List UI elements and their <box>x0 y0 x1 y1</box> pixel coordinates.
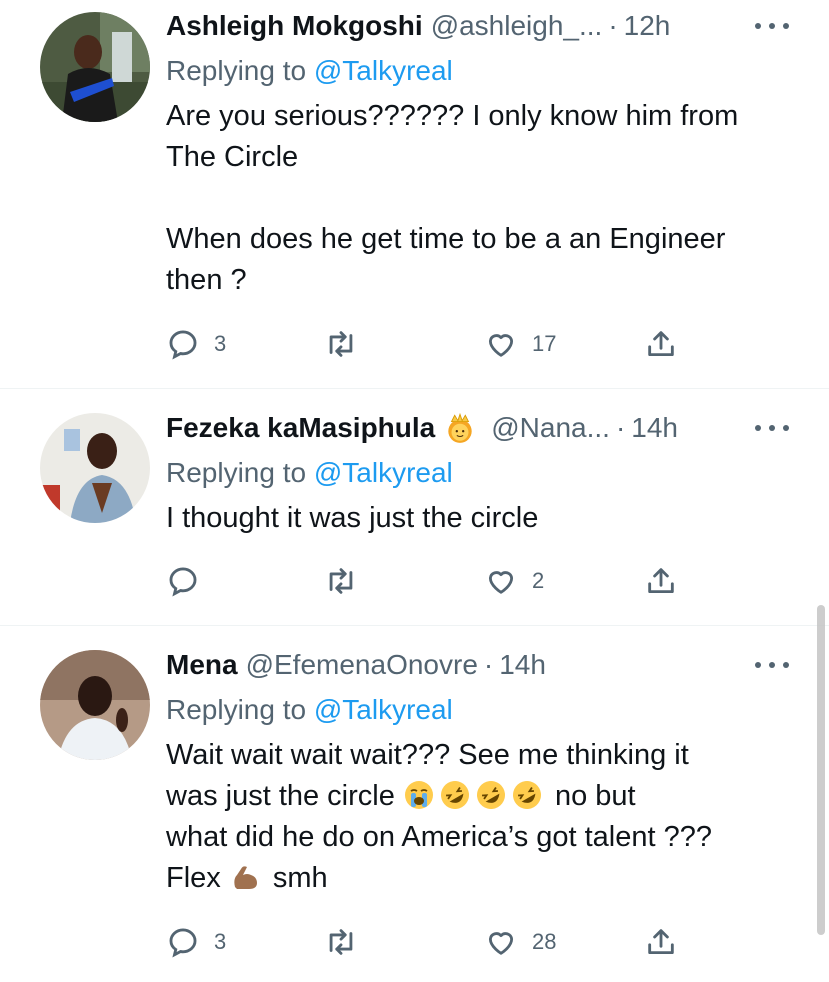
text-fragment: smh <box>264 862 328 894</box>
tweet-ashleigh[interactable]: Ashleigh Mokgoshi @ashleigh_... · 12h Re… <box>0 0 829 390</box>
user-handle[interactable]: @ashleigh_... <box>431 10 603 42</box>
replying-to: Replying to @Talkyreal <box>166 52 789 90</box>
like-icon <box>488 334 514 357</box>
tweet-text: Wait wait wait wait??? See me thinking i… <box>166 735 789 899</box>
reply-button[interactable]: 3 <box>166 922 226 962</box>
reply-count: 3 <box>214 331 227 356</box>
tweet-text: I thought it was just the circle <box>166 502 539 534</box>
share-button[interactable] <box>644 561 678 601</box>
tweet-header: Mena @EfemenaOnovre · 14h <box>166 645 789 685</box>
tweet-actions: 2 <box>166 561 686 601</box>
rolling-on-floor-laughing-icon <box>512 781 541 809</box>
rolling-on-floor-laughing-icon <box>476 781 505 809</box>
tweet-header: Fezeka kaMasiphula @Nana... · 14h <box>166 408 789 448</box>
user-handle[interactable]: @Nana... <box>491 412 610 444</box>
mention-link[interactable]: @Talkyreal <box>314 55 453 86</box>
reply-button[interactable] <box>166 561 214 601</box>
timestamp[interactable]: 14h <box>499 649 546 681</box>
avatar[interactable] <box>40 413 150 523</box>
timestamp[interactable]: 12h <box>624 10 671 42</box>
display-name[interactable]: Fezeka kaMasiphula <box>166 412 435 444</box>
like-count: 17 <box>532 331 557 356</box>
tweet-text-line: Flex smh <box>166 858 789 899</box>
like-button[interactable]: 2 <box>484 561 544 601</box>
mention-link[interactable]: @Talkyreal <box>314 694 453 725</box>
retweet-button[interactable] <box>324 561 372 601</box>
reply-icon <box>169 330 197 360</box>
timestamp[interactable]: 14h <box>631 412 678 444</box>
retweet-icon <box>329 568 353 594</box>
text-fragment: was just the circle <box>166 780 403 812</box>
share-icon <box>648 568 674 594</box>
retweet-icon <box>329 929 353 955</box>
text-fragment: Flex <box>166 862 229 894</box>
replying-prefix: Replying to <box>166 694 314 725</box>
retweet-icon <box>329 331 353 357</box>
scrollbar[interactable] <box>817 605 825 935</box>
princess-emoji-icon <box>448 412 472 443</box>
reply-icon <box>169 928 197 958</box>
more-icon[interactable] <box>755 416 789 440</box>
like-count: 2 <box>532 568 545 593</box>
replying-to: Replying to @Talkyreal <box>166 454 789 492</box>
share-button[interactable] <box>644 324 678 364</box>
retweet-button[interactable] <box>324 922 372 962</box>
tweet-text-line: Wait wait wait wait??? See me thinking i… <box>166 739 689 771</box>
display-name[interactable]: Mena <box>166 649 238 681</box>
separator-dot: · <box>608 10 618 41</box>
replying-prefix: Replying to <box>166 55 314 86</box>
display-name[interactable]: Ashleigh Mokgoshi <box>166 10 423 42</box>
share-icon <box>648 331 674 357</box>
reply-button[interactable]: 3 <box>166 324 226 364</box>
tweet-header: Ashleigh Mokgoshi @ashleigh_... · 12h <box>166 6 789 46</box>
share-button[interactable] <box>644 922 678 962</box>
avatar[interactable] <box>40 650 150 760</box>
flexed-biceps-icon <box>234 866 257 889</box>
like-button[interactable]: 28 <box>484 922 556 962</box>
share-icon <box>648 929 674 955</box>
rolling-on-floor-laughing-icon <box>440 781 469 809</box>
replying-prefix: Replying to <box>166 457 314 488</box>
reply-count: 3 <box>214 929 227 954</box>
tweet-mena[interactable]: Mena @EfemenaOnovre · 14h Replying to @T… <box>0 626 829 982</box>
user-handle[interactable]: @EfemenaOnovre <box>246 649 478 681</box>
like-icon <box>488 571 514 594</box>
tweet-text: Are you serious?????? I only know him fr… <box>166 100 739 296</box>
tweet-actions: 3 17 <box>166 324 686 364</box>
avatar[interactable] <box>40 12 150 122</box>
separator-dot: · <box>615 412 626 443</box>
retweet-button[interactable] <box>324 324 372 364</box>
tweet-actions: 3 28 <box>166 922 686 962</box>
like-button[interactable]: 17 <box>484 324 556 364</box>
more-icon[interactable] <box>755 14 789 38</box>
like-icon <box>488 932 514 955</box>
loudly-crying-face-icon <box>404 781 433 809</box>
text-fragment: no but <box>546 780 636 812</box>
separator-dot: · <box>483 649 494 680</box>
replying-to: Replying to @Talkyreal <box>166 691 789 729</box>
tweet-text-line: was just the circle no but <box>166 776 789 817</box>
more-icon[interactable] <box>755 653 789 677</box>
reply-icon <box>169 567 197 597</box>
tweet-fezeka[interactable]: Fezeka kaMasiphula @Nana... · 14h Replyi… <box>0 389 829 625</box>
mention-link[interactable]: @Talkyreal <box>314 457 453 488</box>
like-count: 28 <box>532 929 557 954</box>
tweet-text-line: what did he do on America’s got talent ?… <box>166 821 713 853</box>
